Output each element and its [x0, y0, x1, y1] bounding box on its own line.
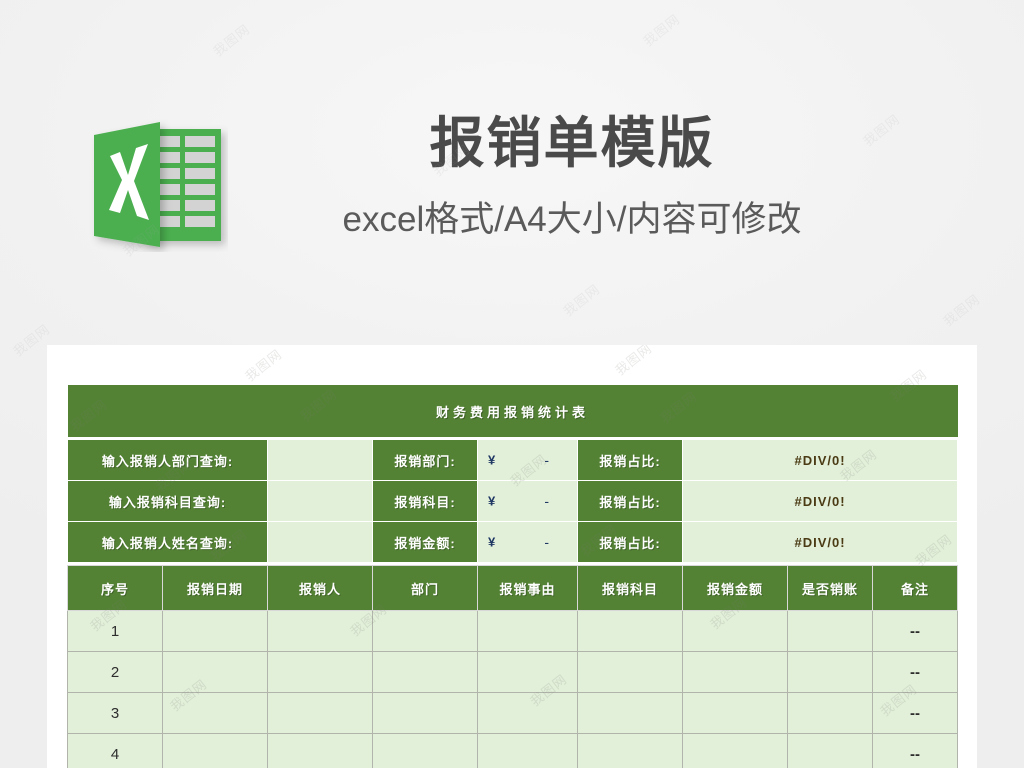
cell-settled[interactable] — [787, 692, 873, 734]
cell-reason[interactable] — [477, 692, 578, 734]
cell-index[interactable]: 1 — [67, 610, 163, 652]
stat-label-amount: 报销金额: — [372, 521, 478, 563]
spreadsheet-banner-title: 财务费用报销统计表 — [67, 385, 958, 437]
query-label-dept: 输入报销人部门查询: — [67, 439, 268, 481]
stat-label-subject: 报销科目: — [372, 480, 478, 522]
cell-subject[interactable] — [577, 651, 683, 693]
cell-settled[interactable] — [787, 651, 873, 693]
currency-symbol: ¥ — [488, 452, 496, 468]
currency-symbol: ¥ — [488, 493, 496, 509]
cell-settled[interactable] — [787, 733, 873, 768]
cell-person[interactable] — [267, 733, 373, 768]
cell-dept[interactable] — [372, 733, 478, 768]
stat-amount-total: ¥ - — [477, 521, 578, 563]
ratio-label-dept: 报销占比: — [577, 439, 683, 481]
cell-date[interactable] — [162, 733, 268, 768]
spreadsheet-grid: 财务费用报销统计表 输入报销人部门查询: 报销部门: ¥ - 报销占比: #DI… — [67, 385, 959, 768]
table-row: 4 -- — [67, 733, 959, 768]
banner-row: 财务费用报销统计表 — [67, 385, 958, 437]
amount-value: - — [544, 452, 549, 468]
watermark-text: 我图网 — [613, 345, 656, 379]
ratio-value-amount: #DIV/0! — [681, 521, 959, 563]
column-header-date: 报销日期 — [162, 565, 268, 611]
cell-date[interactable] — [162, 651, 268, 693]
query-input-subject[interactable] — [267, 480, 373, 522]
stat-label-dept: 报销部门: — [372, 439, 478, 481]
cell-person[interactable] — [267, 651, 373, 693]
query-label-subject: 输入报销科目查询: — [67, 480, 268, 522]
document-sheet: 财务费用报销统计表 输入报销人部门查询: 报销部门: ¥ - 报销占比: #DI… — [47, 345, 977, 768]
query-row: 输入报销人姓名查询: 报销金额: ¥ - 报销占比: #DIV/0! — [67, 521, 959, 563]
amount-value: - — [544, 493, 549, 509]
cell-person[interactable] — [267, 692, 373, 734]
ratio-value-subject: #DIV/0! — [681, 480, 959, 522]
cell-dept[interactable] — [372, 651, 478, 693]
page-root: 我图网 我图网 我图网 我图网 我图网 我图网 我图网 我图网 — [0, 0, 1024, 768]
column-header-person: 报销人 — [267, 565, 373, 611]
spreadsheet: 财务费用报销统计表 输入报销人部门查询: 报销部门: ¥ - 报销占比: #DI… — [67, 385, 959, 768]
cell-dept[interactable] — [372, 692, 478, 734]
stat-amount-subject: ¥ - — [477, 480, 578, 522]
query-row: 输入报销科目查询: 报销科目: ¥ - 报销占比: #DIV/0! — [67, 480, 959, 522]
column-header-reason: 报销事由 — [477, 565, 578, 611]
query-row: 输入报销人部门查询: 报销部门: ¥ - 报销占比: #DIV/0! — [67, 439, 959, 481]
ratio-label-subject: 报销占比: — [577, 480, 683, 522]
ratio-label-amount: 报销占比: — [577, 521, 683, 563]
cell-reason[interactable] — [477, 610, 578, 652]
table-row: 3 -- — [67, 692, 959, 734]
promo-header: 报销单模版 excel格式/A4大小/内容可修改 — [0, 0, 1024, 340]
cell-index[interactable]: 4 — [67, 733, 163, 768]
amount-value: - — [544, 534, 549, 550]
table-row: 2 -- — [67, 651, 959, 693]
watermark-text: 我图网 — [243, 347, 286, 385]
column-header-dept: 部门 — [372, 565, 478, 611]
cell-remark[interactable]: -- — [871, 692, 959, 734]
query-input-name[interactable] — [267, 521, 373, 563]
cell-subject[interactable] — [577, 692, 683, 734]
column-header-index: 序号 — [67, 565, 163, 611]
table-row: 1 -- — [67, 610, 959, 652]
page-title: 报销单模版 — [429, 112, 715, 174]
query-label-name: 输入报销人姓名查询: — [67, 521, 268, 563]
cell-subject[interactable] — [577, 733, 683, 768]
currency-symbol: ¥ — [488, 534, 496, 550]
cell-remark[interactable]: -- — [871, 733, 959, 768]
column-header-remark: 备注 — [871, 565, 959, 611]
cell-amount[interactable] — [682, 651, 788, 693]
ratio-value-dept: #DIV/0! — [681, 439, 959, 481]
cell-date[interactable] — [162, 692, 268, 734]
cell-amount[interactable] — [682, 610, 788, 652]
cell-remark[interactable]: -- — [871, 610, 959, 652]
query-input-dept[interactable] — [267, 439, 373, 481]
cell-index[interactable]: 3 — [67, 692, 163, 734]
cell-date[interactable] — [162, 610, 268, 652]
cell-dept[interactable] — [372, 610, 478, 652]
cell-amount[interactable] — [682, 733, 788, 768]
cell-remark[interactable]: -- — [871, 651, 959, 693]
table-header-row: 序号 报销日期 报销人 部门 报销事由 报销科目 报销金额 是否销账 备注 — [67, 565, 959, 611]
cell-amount[interactable] — [682, 692, 788, 734]
column-header-settled: 是否销账 — [787, 565, 873, 611]
promo-text-block: 报销单模版 excel格式/A4大小/内容可修改 — [262, 112, 882, 242]
cell-subject[interactable] — [577, 610, 683, 652]
stat-amount-dept: ¥ - — [477, 439, 578, 481]
column-header-amount: 报销金额 — [682, 565, 788, 611]
cell-person[interactable] — [267, 610, 373, 652]
column-header-subject: 报销科目 — [577, 565, 683, 611]
cell-settled[interactable] — [787, 610, 873, 652]
cell-index[interactable]: 2 — [67, 651, 163, 693]
cell-reason[interactable] — [477, 651, 578, 693]
excel-file-icon — [88, 119, 228, 252]
page-subtitle: excel格式/A4大小/内容可修改 — [342, 200, 802, 240]
cell-reason[interactable] — [477, 733, 578, 768]
